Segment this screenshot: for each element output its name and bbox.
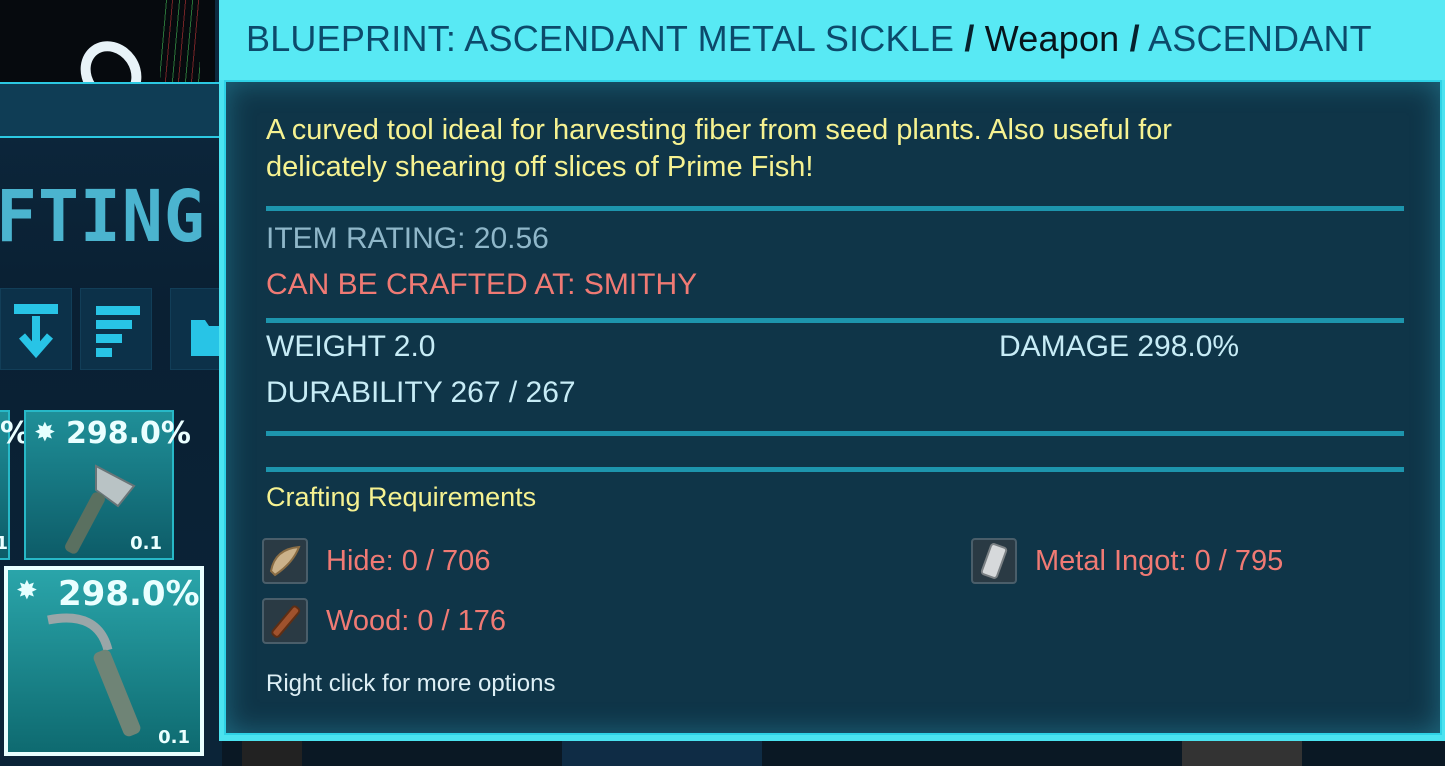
crafting-section-title: FTING: [0, 176, 206, 259]
slot-weight: 0.1: [158, 727, 190, 748]
background-bottom-strip: [222, 737, 1445, 766]
item-rating: ITEM RATING: 20.56: [266, 222, 549, 255]
title-separator: /: [964, 18, 975, 59]
right-click-hint: Right click for more options: [266, 670, 556, 697]
tooltip-header: BLUEPRINT: ASCENDANT METAL SICKLE / Weap…: [219, 0, 1445, 80]
inventory-slot-hatchet[interactable]: ✸ 298.0% 0.1: [24, 410, 191, 560]
crafting-station: CAN BE CRAFTED AT: SMITHY: [266, 268, 698, 301]
bottom-item: [562, 737, 762, 766]
requirement-wood: Wood: 0 / 176: [262, 598, 506, 644]
slot-percent: 298.0%: [58, 574, 200, 614]
crafting-requirements-title: Crafting Requirements: [266, 482, 537, 512]
metal-ingot-icon: [971, 538, 1017, 584]
item-category: Weapon: [984, 18, 1120, 59]
quality-star-icon: ✸: [34, 418, 56, 448]
item-damage: DAMAGE 298.0%: [999, 330, 1240, 363]
requirement-label: Wood: 0 / 176: [326, 604, 507, 637]
slot-percent: 298.0%: [66, 416, 191, 451]
colored-lines-graphic: [160, 0, 200, 82]
divider: [266, 318, 1404, 323]
transfer-button[interactable]: [0, 288, 72, 370]
requirement-label: Hide: 0 / 706: [326, 544, 491, 577]
item-name: BLUEPRINT: ASCENDANT METAL SICKLE: [246, 18, 955, 59]
slot-weight: 0.1: [130, 533, 162, 554]
crafting-toolbar: [0, 288, 242, 374]
slot-weight: 1: [0, 533, 8, 554]
download-arrow-icon: [14, 304, 58, 359]
tooltip-body: A curved tool ideal for harvesting fiber…: [224, 80, 1442, 735]
tooltip-title: BLUEPRINT: ASCENDANT METAL SICKLE / Weap…: [246, 18, 1372, 60]
bottom-item: [1182, 737, 1302, 766]
divider: [266, 467, 1404, 472]
item-quality: ASCENDANT: [1148, 18, 1372, 59]
hide-icon: [262, 538, 308, 584]
inventory-slot-partial[interactable]: % 1: [0, 410, 30, 560]
requirement-label: Metal Ingot: 0 / 795: [1035, 544, 1284, 577]
item-weight: WEIGHT 2.0: [266, 330, 436, 363]
sort-button[interactable]: [80, 288, 152, 370]
inventory-slot-sickle-selected[interactable]: ✸ 298.0% 0.1: [4, 566, 204, 756]
requirement-hide: Hide: 0 / 706: [262, 538, 490, 584]
quality-star-icon: ✸: [16, 576, 38, 606]
divider: [266, 431, 1404, 436]
wood-icon: [262, 598, 308, 644]
title-separator: /: [1129, 18, 1140, 59]
section-band: [0, 82, 220, 138]
item-durability: DURABILITY 267 / 267: [266, 376, 576, 409]
divider: [266, 206, 1404, 211]
requirement-metal-ingot: Metal Ingot: 0 / 795: [971, 538, 1283, 584]
top-left-preview: [0, 0, 215, 117]
item-description: A curved tool ideal for harvesting fiber…: [266, 114, 1172, 183]
item-tooltip: BLUEPRINT: ASCENDANT METAL SICKLE / Weap…: [219, 0, 1445, 741]
sort-bars-icon: [96, 306, 140, 357]
bottom-item: [242, 737, 302, 766]
